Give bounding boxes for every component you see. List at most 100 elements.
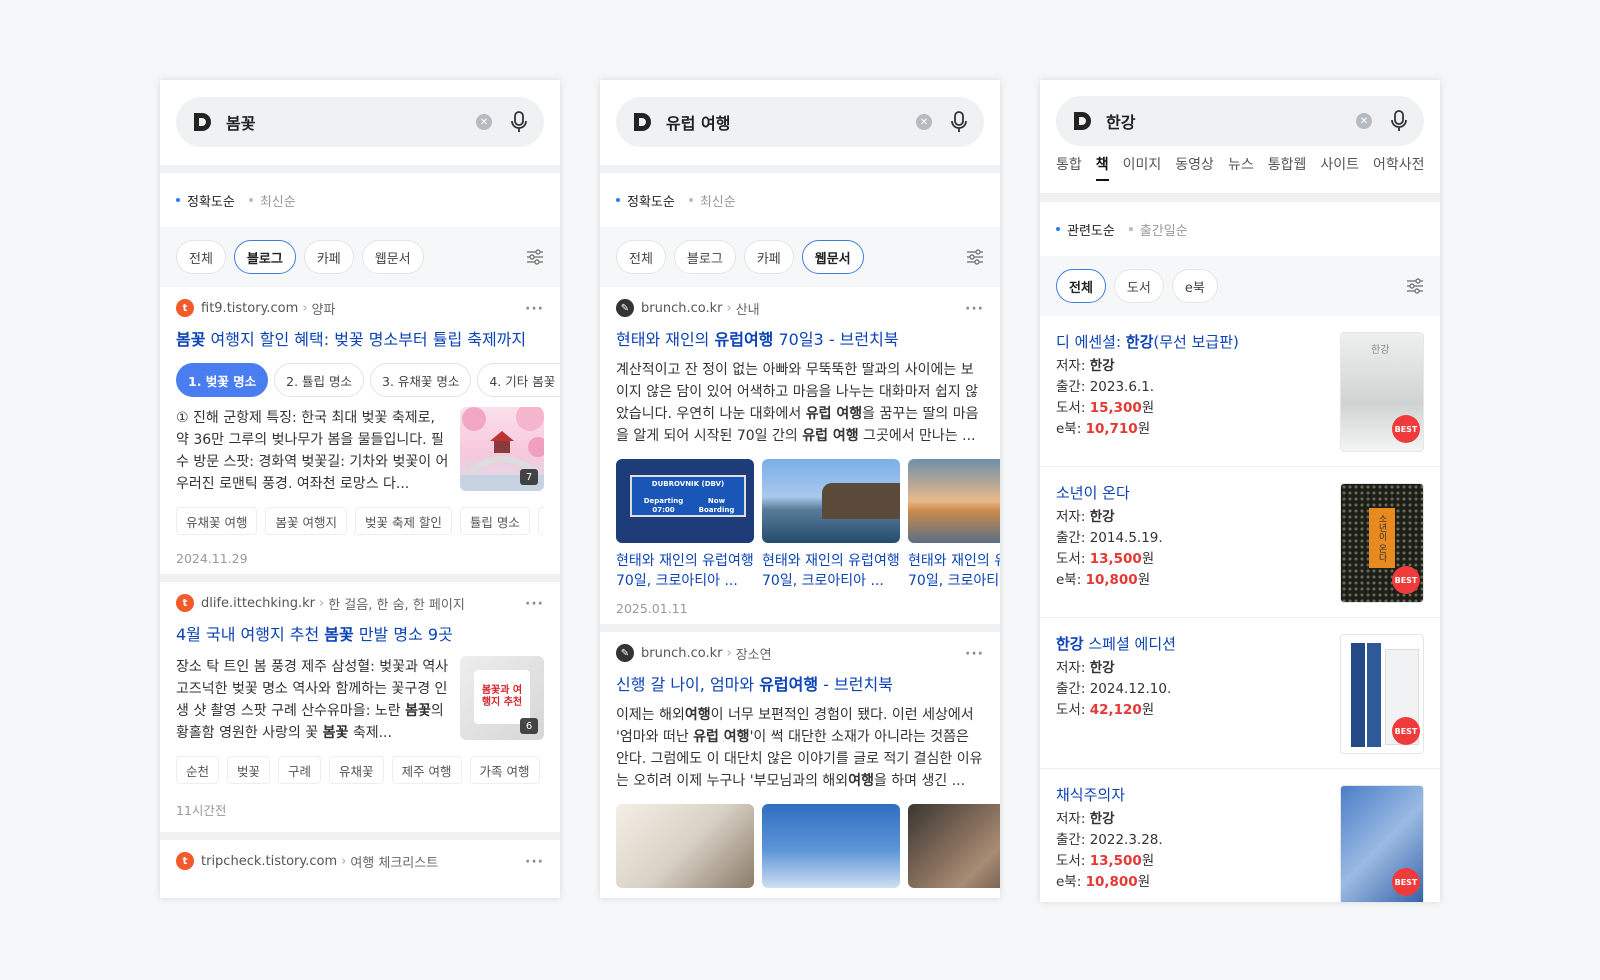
sort-accuracy[interactable]: 정확도순 bbox=[616, 191, 675, 210]
book-item[interactable]: 한강 스페셜 에디션 저자: 한강 출간: 2024.12.10. 도서: 42… bbox=[1040, 618, 1440, 769]
image-card[interactable] bbox=[908, 804, 1000, 888]
filter-all[interactable]: 전체 bbox=[1056, 269, 1106, 303]
result-thumbnail[interactable]: 7 bbox=[460, 407, 544, 491]
sort-latest[interactable]: 최신순 bbox=[689, 191, 736, 210]
divider bbox=[160, 832, 560, 840]
tag[interactable]: 유채꽃 bbox=[329, 756, 384, 784]
mic-icon[interactable] bbox=[950, 111, 968, 133]
filter-all[interactable]: 전체 bbox=[176, 240, 226, 274]
filter-settings-icon[interactable] bbox=[1406, 277, 1424, 295]
filter-web[interactable]: 웹문서 bbox=[801, 240, 864, 274]
more-icon[interactable]: ··· bbox=[525, 596, 544, 612]
tab-sites[interactable]: 사이트 bbox=[1320, 154, 1359, 193]
more-icon[interactable]: ··· bbox=[525, 301, 544, 317]
book-item[interactable]: 채식주의자 저자: 한강 출간: 2022.3.28. 도서: 13,500원 … bbox=[1040, 769, 1440, 902]
more-icon[interactable]: ··· bbox=[965, 646, 984, 662]
filter-web[interactable]: 웹문서 bbox=[361, 240, 424, 274]
filter-cafe[interactable]: 카페 bbox=[743, 240, 794, 274]
result-source[interactable]: t fit9.tistory.com › 양파 bbox=[176, 299, 544, 318]
mic-icon[interactable] bbox=[1390, 110, 1408, 132]
ebook-price: e북: 10,800원 bbox=[1056, 572, 1151, 588]
book-title[interactable]: 소년이 온다 bbox=[1056, 483, 1340, 503]
sort-accuracy[interactable]: 정확도순 bbox=[176, 191, 235, 210]
result-source[interactable]: t dlife.ittechking.kr › 한 걸음, 한 숨, 한 페이지 bbox=[176, 594, 544, 613]
book-title[interactable]: 채식주의자 bbox=[1056, 785, 1340, 805]
tag[interactable]: 유채꽃 여행 bbox=[176, 507, 258, 535]
search-query[interactable]: 한강 bbox=[1106, 109, 1356, 133]
book-cover[interactable]: 한강 BEST bbox=[1340, 332, 1424, 452]
filter-settings-icon[interactable] bbox=[526, 248, 544, 266]
result-thumbnail[interactable]: 봄꽃과 여행지 추천 6 bbox=[460, 656, 544, 740]
tag[interactable]: 튤립 명소 bbox=[459, 507, 530, 535]
search-query[interactable]: 유럽 여행 bbox=[666, 110, 916, 134]
tab-web[interactable]: 통합웹 bbox=[1268, 154, 1307, 193]
book-item[interactable]: 디 에센셜: 한강(무선 보급판) 저자: 한강 출간: 2023.6.1. 도… bbox=[1040, 316, 1440, 467]
image-card[interactable] bbox=[762, 804, 900, 888]
tag[interactable]: 벚꽃 bbox=[227, 756, 271, 784]
tag[interactable]: 제주 여행 bbox=[391, 756, 462, 784]
filter-cafe[interactable]: 카페 bbox=[303, 240, 354, 274]
toc-chip[interactable]: 1. 벚꽃 명소 bbox=[176, 363, 269, 397]
toc-chip[interactable]: 2. 튤립 명소 bbox=[274, 363, 365, 397]
search-box[interactable]: 봄꽃 ✕ bbox=[176, 97, 544, 147]
tab-news[interactable]: 뉴스 bbox=[1228, 154, 1254, 193]
title-highlight: 봄꽃 bbox=[176, 330, 206, 349]
book-item[interactable]: 소년이 온다 저자: 한강 출간: 2014.5.19. 도서: 13,500원… bbox=[1040, 467, 1440, 618]
tag[interactable]: 봄 여 bbox=[537, 507, 544, 535]
search-box[interactable]: 유럽 여행 ✕ bbox=[616, 97, 984, 147]
result-source[interactable]: ✎ brunch.co.kr › 산내 bbox=[616, 299, 984, 318]
search-tabs: 통합 책 이미지 동영상 뉴스 통합웹 사이트 어학사전 bbox=[1040, 154, 1440, 194]
book-cover[interactable]: 소년이 온다 BEST bbox=[1340, 483, 1424, 603]
toc-chip[interactable]: 4. 기타 봄꽃 명 bbox=[477, 363, 560, 397]
clear-icon[interactable]: ✕ bbox=[476, 114, 492, 130]
site-url: brunch.co.kr bbox=[641, 300, 723, 316]
tab-videos[interactable]: 동영상 bbox=[1175, 154, 1214, 193]
clear-icon[interactable]: ✕ bbox=[1356, 113, 1372, 129]
sort-latest[interactable]: 최신순 bbox=[249, 191, 296, 210]
tag[interactable]: 가족 여행 bbox=[469, 756, 540, 784]
clear-icon[interactable]: ✕ bbox=[916, 114, 932, 130]
image-card[interactable]: DUBROVNIK (DBV) Departing 07:00 Now Boardi… bbox=[616, 459, 754, 591]
image-card[interactable]: 현태와 재인의 유럽여행 70일, 크로아티아 ... bbox=[908, 459, 1000, 591]
book-title[interactable]: 디 에센셜: 한강(무선 보급판) bbox=[1056, 332, 1340, 352]
result-source[interactable]: t tripcheck.tistory.com › 여행 체크리스트 bbox=[176, 852, 544, 871]
book-title[interactable]: 한강 스페셜 에디션 bbox=[1056, 634, 1340, 654]
sort-relevance[interactable]: 관련도순 bbox=[1056, 220, 1115, 239]
filter-all[interactable]: 전체 bbox=[616, 240, 666, 274]
more-icon[interactable]: ··· bbox=[965, 301, 984, 317]
tag[interactable]: 구례 bbox=[278, 756, 322, 784]
tab-all[interactable]: 통합 bbox=[1056, 154, 1082, 193]
tab-books[interactable]: 책 bbox=[1095, 154, 1109, 193]
sort-publish-date[interactable]: 출간일순 bbox=[1129, 220, 1188, 239]
site-name: 장소연 bbox=[735, 647, 772, 663]
image-caption: 현태와 재인의 유럽여행 70일, 크로아티아 ... bbox=[908, 553, 1000, 589]
mic-icon[interactable] bbox=[510, 111, 528, 133]
tag[interactable]: 순천 bbox=[176, 756, 220, 784]
tag[interactable]: 벚꽃 축제 할인 bbox=[354, 507, 452, 535]
filter-print-books[interactable]: 도서 bbox=[1113, 269, 1164, 303]
tab-dictionary[interactable]: 어학사전 bbox=[1373, 154, 1425, 193]
result-title[interactable]: 4월 국내 여행지 추천 봄꽃 만발 명소 9곳 bbox=[176, 624, 544, 646]
image-card[interactable] bbox=[616, 804, 754, 888]
tag[interactable]: 봄꽃 여행지 bbox=[265, 507, 347, 535]
result-title[interactable]: 봄꽃 여행지 할인 혜택: 벚꽃 명소부터 튤립 축제까지 bbox=[176, 329, 544, 351]
image-card[interactable]: 현태와 재인의 유럽여행 70일, 크로아티아 ... bbox=[762, 459, 900, 591]
cover-title: 한강 bbox=[1371, 345, 1390, 356]
result-card: t dlife.ittechking.kr › 한 걸음, 한 숨, 한 페이지… bbox=[160, 582, 560, 832]
tag-list: 유채꽃 여행 봄꽃 여행지 벚꽃 축제 할인 튤립 명소 봄 여 bbox=[176, 507, 544, 535]
more-icon[interactable]: ··· bbox=[525, 854, 544, 870]
search-query[interactable]: 봄꽃 bbox=[226, 110, 476, 134]
filter-ebooks[interactable]: e북 bbox=[1171, 269, 1218, 303]
result-title[interactable]: 신행 갈 나이, 엄마와 유럽여행 - 브런치북 bbox=[616, 674, 984, 696]
filter-settings-icon[interactable] bbox=[966, 248, 984, 266]
tab-images[interactable]: 이미지 bbox=[1123, 154, 1162, 193]
book-cover[interactable]: BEST bbox=[1340, 785, 1424, 902]
result-title[interactable]: 현태와 재인의 유럽여행 70일3 - 브런치북 bbox=[616, 329, 984, 351]
result-source[interactable]: ✎ brunch.co.kr › 장소연 bbox=[616, 644, 984, 663]
filter-blog[interactable]: 블로그 bbox=[673, 240, 736, 274]
search-box[interactable]: 한강 ✕ bbox=[1056, 96, 1424, 146]
toc-chip[interactable]: 3. 유채꽃 명소 bbox=[370, 363, 472, 397]
book-cover[interactable]: BEST bbox=[1340, 634, 1424, 754]
filter-blog[interactable]: 블로그 bbox=[233, 240, 296, 274]
search-header: 한강 ✕ bbox=[1040, 80, 1440, 154]
